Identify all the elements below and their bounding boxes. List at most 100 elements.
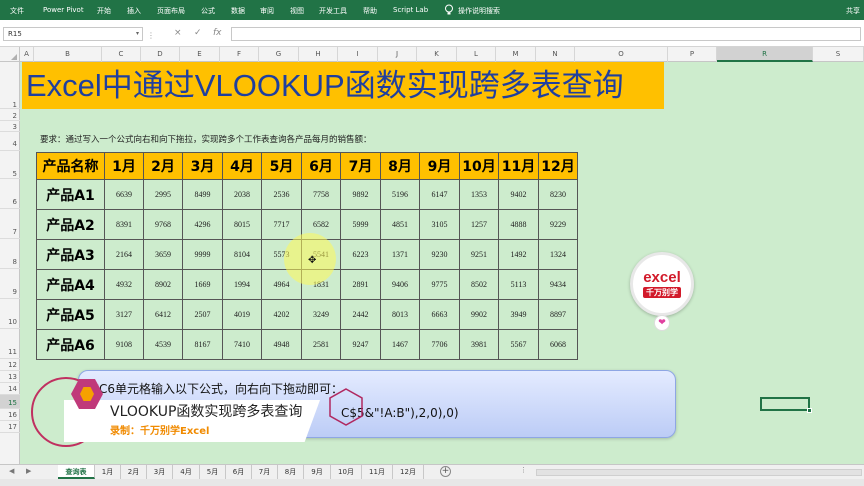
column-header-m[interactable]: M: [496, 47, 536, 62]
header-cell[interactable]: 12月: [538, 152, 578, 180]
ribbon-tab-home[interactable]: 开始: [97, 6, 111, 16]
value-cell[interactable]: 1257: [459, 209, 499, 240]
value-cell[interactable]: 4296: [182, 209, 223, 240]
value-cell[interactable]: 4539: [143, 329, 183, 360]
column-header-o[interactable]: O: [575, 47, 668, 62]
value-cell[interactable]: 2581: [301, 329, 341, 360]
column-header-i[interactable]: I: [338, 47, 378, 62]
row-header-3[interactable]: 3: [0, 121, 20, 132]
column-header-a[interactable]: A: [20, 47, 34, 62]
value-cell[interactable]: 1994: [222, 269, 262, 300]
row-header-17[interactable]: 17: [0, 421, 20, 433]
worksheet-grid[interactable]: Excel中通过VLOOKUP函数实现跨多表查询 要求：通过写入一个公式向右和向…: [20, 62, 864, 464]
name-box[interactable]: R15 ▾: [3, 27, 143, 41]
ribbon-tab-file[interactable]: 文件: [10, 6, 24, 16]
value-cell[interactable]: 9229: [538, 209, 578, 240]
sheet-tab-5[interactable]: 5月: [200, 465, 226, 479]
product-name-cell[interactable]: 产品A5: [36, 299, 105, 330]
sheet-tab-9[interactable]: 9月: [304, 465, 331, 479]
header-cell[interactable]: 5月: [261, 152, 302, 180]
value-cell[interactable]: 9108: [104, 329, 144, 360]
value-cell[interactable]: 2442: [340, 299, 381, 330]
column-header-p[interactable]: P: [668, 47, 717, 62]
value-cell[interactable]: 9247: [340, 329, 381, 360]
value-cell[interactable]: 1467: [380, 329, 420, 360]
horizontal-scrollbar[interactable]: [536, 469, 862, 476]
row-header-1[interactable]: 1: [0, 62, 20, 109]
share-button[interactable]: 共享: [846, 6, 860, 16]
header-cell[interactable]: 7月: [340, 152, 381, 180]
column-header-n[interactable]: N: [536, 47, 575, 62]
value-cell[interactable]: 2164: [104, 239, 144, 270]
header-cell[interactable]: 1月: [104, 152, 144, 180]
ribbon-tab-power-pivot[interactable]: Power Pivot: [43, 6, 84, 14]
select-all-button[interactable]: [0, 47, 20, 62]
value-cell[interactable]: 4019: [222, 299, 262, 330]
value-cell[interactable]: 3105: [419, 209, 460, 240]
row-header-2[interactable]: 2: [0, 109, 20, 121]
sheet-tab-1[interactable]: 1月: [95, 465, 121, 479]
ribbon-tab-developer[interactable]: 开发工具: [319, 6, 347, 16]
column-header-l[interactable]: L: [457, 47, 496, 62]
value-cell[interactable]: 3981: [459, 329, 499, 360]
value-cell[interactable]: 9230: [419, 239, 460, 270]
value-cell[interactable]: 3949: [498, 299, 539, 330]
value-cell[interactable]: 6639: [104, 179, 144, 210]
column-header-e[interactable]: E: [180, 47, 220, 62]
value-cell[interactable]: 8104: [222, 239, 262, 270]
column-header-h[interactable]: H: [299, 47, 338, 62]
sheet-tab-2[interactable]: 2月: [121, 465, 147, 479]
column-header-j[interactable]: J: [378, 47, 417, 62]
value-cell[interactable]: 8902: [143, 269, 183, 300]
row-header-7[interactable]: 7: [0, 209, 20, 239]
row-header-11[interactable]: 11: [0, 329, 20, 359]
value-cell[interactable]: 8230: [538, 179, 578, 210]
value-cell[interactable]: 4932: [104, 269, 144, 300]
sheet-tab-8[interactable]: 8月: [278, 465, 304, 479]
header-cell[interactable]: 9月: [419, 152, 460, 180]
column-header-f[interactable]: F: [220, 47, 259, 62]
ribbon-tab-help[interactable]: 帮助: [363, 6, 377, 16]
header-cell[interactable]: 2月: [143, 152, 183, 180]
value-cell[interactable]: 8499: [182, 179, 223, 210]
product-name-cell[interactable]: 产品A4: [36, 269, 105, 300]
value-cell[interactable]: 9892: [340, 179, 381, 210]
product-name-cell[interactable]: 产品A2: [36, 209, 105, 240]
sheet-tab-query[interactable]: 查询表: [58, 465, 95, 479]
product-name-cell[interactable]: 产品A6: [36, 329, 105, 360]
value-cell[interactable]: 2536: [261, 179, 302, 210]
formula-input[interactable]: [231, 27, 861, 41]
enter-icon[interactable]: ✓: [194, 28, 202, 38]
header-cell[interactable]: 6月: [301, 152, 341, 180]
column-header-r[interactable]: R: [717, 47, 813, 62]
row-header-9[interactable]: 9: [0, 269, 20, 299]
chevron-down-icon[interactable]: ▾: [136, 30, 139, 37]
value-cell[interactable]: 9434: [538, 269, 578, 300]
value-cell[interactable]: 6068: [538, 329, 578, 360]
value-cell[interactable]: 7410: [222, 329, 262, 360]
product-name-cell[interactable]: 产品A3: [36, 239, 105, 270]
value-cell[interactable]: 1324: [538, 239, 578, 270]
value-cell[interactable]: 8897: [538, 299, 578, 330]
next-sheet-icon[interactable]: ▶: [26, 467, 31, 475]
sheet-tab-3[interactable]: 3月: [147, 465, 173, 479]
ribbon-tab-view[interactable]: 视图: [290, 6, 304, 16]
row-header-5[interactable]: 5: [0, 151, 20, 179]
fill-handle[interactable]: [807, 408, 812, 413]
value-cell[interactable]: 1371: [380, 239, 420, 270]
value-cell[interactable]: 8013: [380, 299, 420, 330]
header-cell[interactable]: 10月: [459, 152, 499, 180]
sheet-tab-10[interactable]: 10月: [331, 465, 362, 479]
header-cell[interactable]: 产品名称: [36, 152, 105, 180]
row-header-16[interactable]: 16: [0, 409, 20, 421]
ribbon-tab-script-lab[interactable]: Script Lab: [393, 6, 428, 14]
tell-me-search[interactable]: 操作说明搜索: [458, 6, 500, 16]
value-cell[interactable]: 2891: [340, 269, 381, 300]
value-cell[interactable]: 2995: [143, 179, 183, 210]
value-cell[interactable]: 8502: [459, 269, 499, 300]
header-cell[interactable]: 11月: [498, 152, 539, 180]
value-cell[interactable]: 9902: [459, 299, 499, 330]
value-cell[interactable]: 2038: [222, 179, 262, 210]
value-cell[interactable]: 9775: [419, 269, 460, 300]
row-header-4[interactable]: 4: [0, 132, 20, 151]
